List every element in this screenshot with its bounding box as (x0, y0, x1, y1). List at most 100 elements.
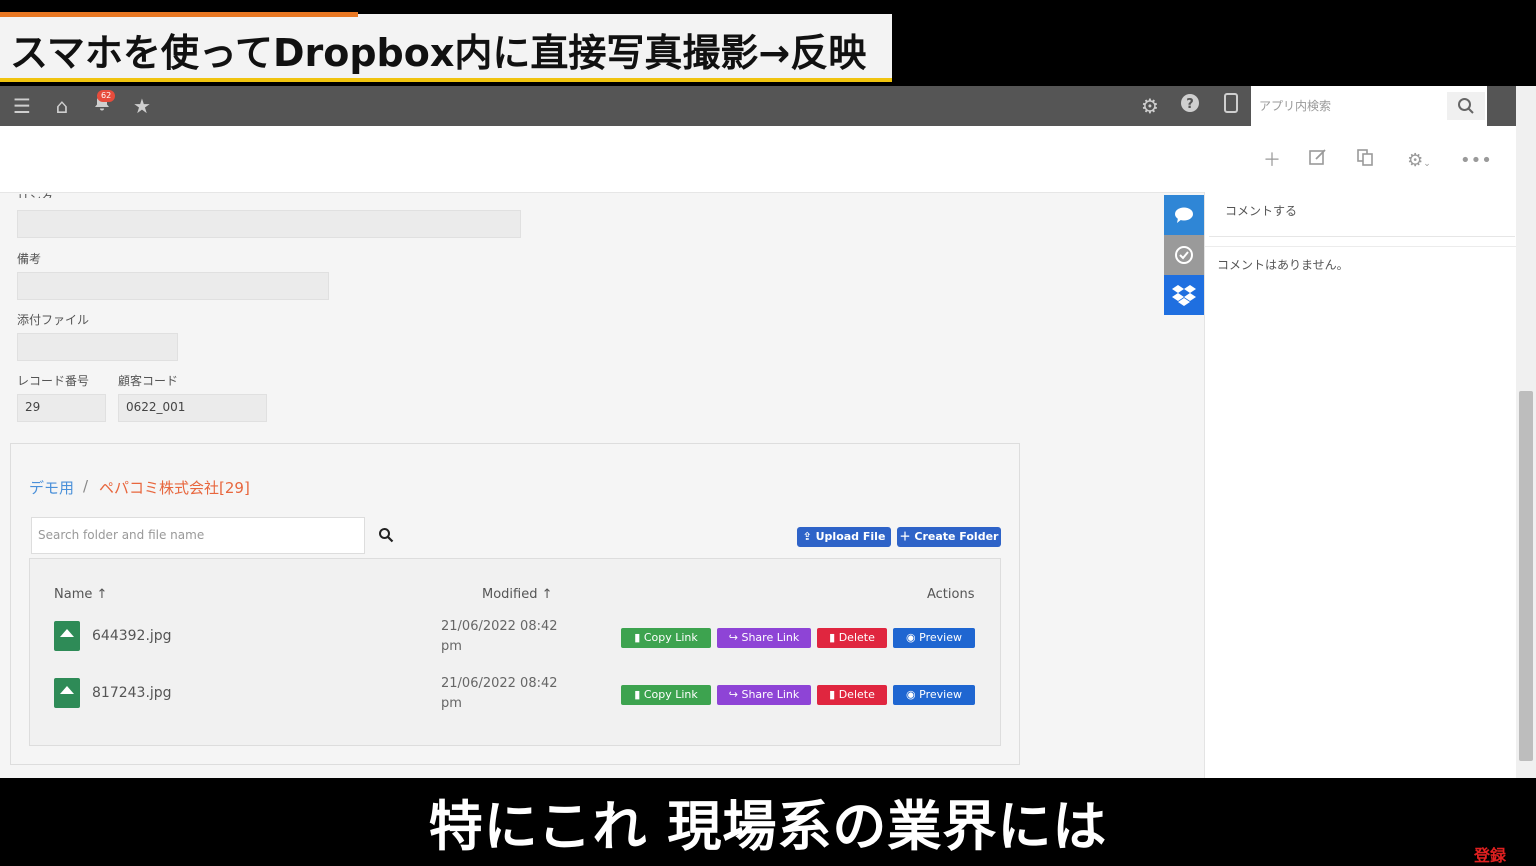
settings-dropdown-icon[interactable]: ⚙⌄ (1398, 148, 1440, 174)
copy-icon: ▮ (634, 631, 644, 644)
more-icon[interactable]: ••• (1460, 148, 1492, 174)
app-search-input[interactable] (1259, 96, 1439, 116)
subscribe-badge[interactable]: 登録 (1474, 842, 1506, 866)
no-comments-text: コメントはありません。 (1217, 258, 1349, 272)
delete-button[interactable]: ▮ Delete (817, 628, 887, 648)
file-search-input[interactable] (38, 526, 356, 544)
file-table: Name ↑ Modified ↑ Actions 644392.jpg 21/… (29, 558, 1001, 746)
table-row: 817243.jpg 21/06/2022 08:42 pm ▮ Copy Lin… (30, 672, 1000, 724)
share-link-label: Share Link (741, 631, 800, 644)
breadcrumb-current: ペパコミ株式会社[29] (99, 479, 250, 497)
sort-up-icon: ↑ (96, 587, 108, 602)
help-icon[interactable]: ? (1177, 93, 1203, 119)
dropbox-panel: デモ用 / ペパコミ株式会社[29] ⇪ Upload File ＋ Creat… (10, 443, 1020, 765)
field-customer-code-value: 0622_001 (118, 394, 267, 422)
col-modified-label: Modified (482, 587, 538, 602)
copy-link-label: Copy Link (643, 688, 698, 701)
add-icon[interactable]: ＋ (1259, 148, 1285, 174)
breadcrumb-separator: / (83, 477, 89, 495)
app-window: ☰ ⌂ 62 ★ ⚙ ? ＋ ⚙⌄ ••• リンク (0, 86, 1516, 778)
field-label-attachment: 添付ファイル (17, 313, 90, 327)
comment-input-box[interactable]: コメントする (1209, 194, 1515, 237)
notification-badge: 62 (97, 90, 116, 102)
record-toolbar: ＋ ⚙⌄ ••• (0, 126, 1516, 193)
field-label-customer-code: 顧客コード (118, 374, 179, 388)
file-modified: 21/06/2022 08:42 pm (441, 674, 591, 714)
delete-label: Delete (838, 631, 875, 644)
copy-link-button[interactable]: ▮ Copy Link (621, 628, 711, 648)
gear-icon[interactable]: ⚙ (1137, 93, 1163, 119)
file-modified-date: 21/06/2022 08:42 (441, 619, 558, 634)
share-link-button[interactable]: ↪ Share Link (717, 685, 811, 705)
file-search-box (31, 517, 365, 554)
table-row: 644392.jpg 21/06/2022 08:42 pm ▮ Copy Lin… (30, 615, 1000, 667)
preview-button[interactable]: ◉ Preview (893, 628, 975, 648)
preview-label: Preview (919, 688, 962, 701)
trash-icon: ▮ (829, 688, 839, 701)
copy-icon: ▮ (634, 688, 644, 701)
page-scrollbar[interactable] (1516, 86, 1536, 778)
divider (1205, 246, 1516, 247)
file-modified-ampm: pm (441, 639, 462, 654)
star-icon[interactable]: ★ (129, 93, 155, 119)
upload-file-button[interactable]: ⇪ Upload File (797, 527, 891, 547)
create-folder-label: Create Folder (914, 530, 999, 543)
home-icon[interactable]: ⌂ (49, 93, 75, 119)
create-folder-button[interactable]: ＋ Create Folder (897, 527, 1001, 547)
top-navbar: ☰ ⌂ 62 ★ ⚙ ? (0, 86, 1516, 126)
file-modified: 21/06/2022 08:42 pm (441, 617, 591, 657)
preview-button[interactable]: ◉ Preview (893, 685, 975, 705)
field-record-number-value: 29 (17, 394, 106, 422)
comment-icon[interactable] (1164, 195, 1204, 235)
trash-icon: ▮ (829, 631, 839, 644)
comment-panel: コメントする コメントはありません。 (1204, 192, 1516, 778)
share-icon: ↪ (728, 631, 742, 644)
sort-up-icon: ↑ (541, 587, 553, 602)
preview-label: Preview (919, 631, 962, 644)
upload-icon: ⇪ (802, 530, 816, 543)
dropbox-icon[interactable] (1164, 275, 1204, 315)
field-link-value (17, 210, 521, 238)
search-icon[interactable] (1447, 92, 1485, 120)
image-file-icon (54, 621, 80, 651)
file-name[interactable]: 817243.jpg (92, 685, 172, 701)
field-attachment-value (17, 333, 178, 361)
col-name-label: Name (54, 587, 93, 602)
field-label-note: 備考 (17, 252, 42, 266)
share-icon: ↪ (728, 688, 742, 701)
title-accent-bar (0, 12, 358, 17)
video-title: スマホを使ってDropbox内に直接写真撮影→反映 (10, 31, 867, 75)
title-underline (0, 78, 892, 82)
duplicate-icon[interactable] (1352, 148, 1378, 174)
mobile-icon[interactable] (1218, 93, 1244, 119)
col-header-actions: Actions (927, 587, 975, 602)
scrollbar-thumb[interactable] (1519, 391, 1533, 761)
delete-label: Delete (838, 688, 875, 701)
breadcrumb-root[interactable]: デモ用 (29, 477, 74, 498)
history-icon[interactable] (1164, 235, 1204, 275)
upload-file-label: Upload File (815, 530, 886, 543)
col-header-modified[interactable]: Modified ↑ (482, 587, 553, 602)
plus-icon: ＋ (899, 530, 915, 543)
share-link-label: Share Link (741, 688, 800, 701)
image-file-icon (54, 678, 80, 708)
comment-input-placeholder: コメントする (1225, 204, 1298, 218)
search-icon[interactable] (367, 517, 405, 552)
file-modified-date: 21/06/2022 08:42 (441, 676, 558, 691)
col-header-name[interactable]: Name ↑ (54, 587, 107, 602)
eye-icon: ◉ (906, 688, 920, 701)
delete-button[interactable]: ▮ Delete (817, 685, 887, 705)
share-link-button[interactable]: ↪ Share Link (717, 628, 811, 648)
file-name[interactable]: 644392.jpg (92, 628, 172, 644)
field-label-record-number: レコード番号 (17, 374, 90, 388)
eye-icon: ◉ (906, 631, 920, 644)
app-search-box (1251, 86, 1487, 126)
field-note-value (17, 272, 329, 300)
edit-icon[interactable] (1305, 148, 1331, 174)
svg-text:?: ? (1186, 97, 1194, 112)
copy-link-label: Copy Link (643, 631, 698, 644)
menu-icon[interactable]: ☰ (9, 93, 35, 119)
field-label-link: リンク (17, 190, 53, 198)
video-subtitle: 特にこれ 現場系の業界には (428, 795, 1108, 858)
copy-link-button[interactable]: ▮ Copy Link (621, 685, 711, 705)
